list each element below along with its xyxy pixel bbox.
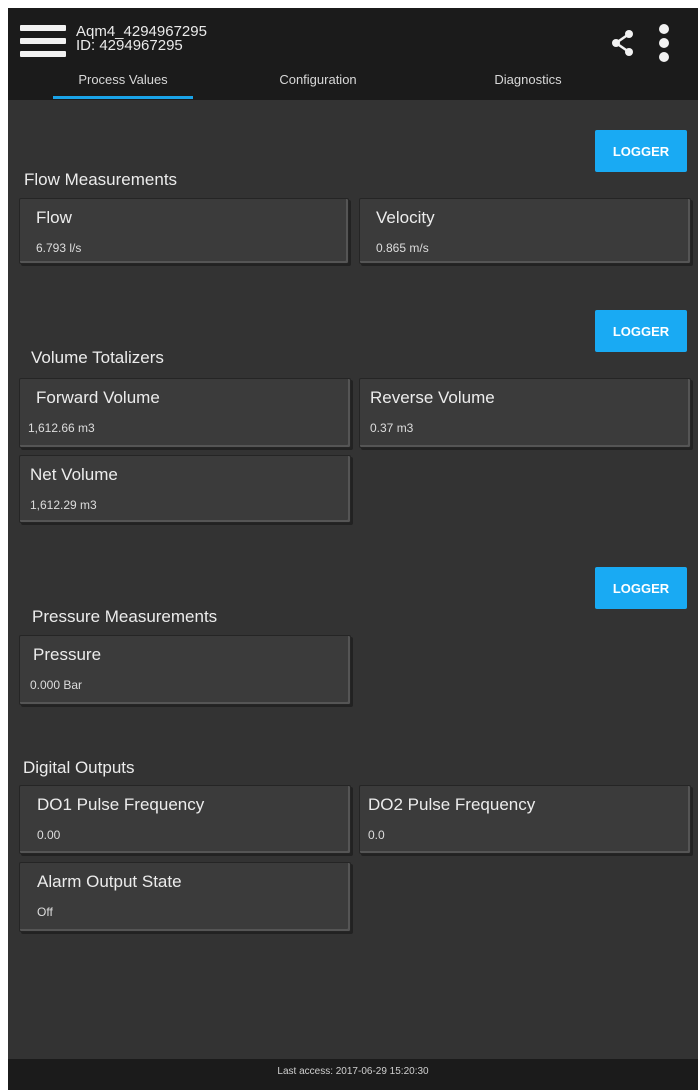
reverse-volume-card[interactable]: Reverse Volume 0.37 m3: [359, 378, 691, 448]
last-access-footer: Last access: 2017-06-29 15:20:30: [8, 1059, 698, 1090]
tab-configuration[interactable]: Configuration: [248, 72, 388, 100]
card-label: DO1 Pulse Frequency: [37, 795, 205, 814]
more-options-icon[interactable]: [656, 24, 672, 62]
app-header: Aqm4_4294967295 ID: 4294967295 Process V…: [8, 8, 698, 100]
card-label: Reverse Volume: [370, 388, 495, 407]
do1-pulse-frequency-card[interactable]: DO1 Pulse Frequency 0.00: [19, 785, 351, 854]
active-tab-indicator: [53, 96, 193, 99]
flow-section-title: Flow Measurements: [24, 170, 178, 189]
card-value: 0.865 m/s: [376, 241, 429, 255]
flow-card[interactable]: Flow 6.793 l/s: [19, 198, 349, 264]
menu-icon[interactable]: [20, 25, 66, 59]
device-id: ID: 4294967295: [76, 37, 183, 54]
forward-volume-card[interactable]: Forward Volume 1,612.66 m3: [19, 378, 351, 448]
card-value: 0.000 Bar: [30, 678, 83, 692]
net-volume-card[interactable]: Net Volume 1,612.29 m3: [19, 455, 351, 523]
pressure-card[interactable]: Pressure 0.000 Bar: [19, 635, 351, 705]
card-value: 1,612.66 m3: [28, 421, 95, 435]
velocity-card[interactable]: Velocity 0.865 m/s: [359, 198, 691, 264]
pressure-section-title: Pressure Measurements: [32, 607, 218, 626]
tab-diagnostics[interactable]: Diagnostics: [458, 72, 598, 100]
card-value: 6.793 l/s: [36, 241, 82, 255]
card-value: Off: [37, 905, 53, 919]
card-label: DO2 Pulse Frequency: [368, 795, 536, 814]
pressure-logger-button[interactable]: LOGGER: [595, 567, 687, 609]
card-label: Alarm Output State: [37, 872, 182, 891]
volume-section-title: Volume Totalizers: [31, 348, 164, 367]
do2-pulse-frequency-card[interactable]: DO2 Pulse Frequency 0.0: [359, 785, 691, 854]
card-value: 0.00: [37, 828, 61, 842]
card-label: Velocity: [376, 208, 435, 227]
card-label: Flow: [36, 208, 72, 227]
card-label: Pressure: [33, 645, 102, 664]
flow-logger-button[interactable]: LOGGER: [595, 130, 687, 172]
alarm-output-state-card[interactable]: Alarm Output State Off: [19, 862, 351, 932]
app-frame: Aqm4_4294967295 ID: 4294967295 Process V…: [8, 8, 698, 1090]
card-label: Forward Volume: [36, 388, 160, 407]
share-icon[interactable]: [608, 28, 638, 58]
card-label: Net Volume: [30, 465, 118, 484]
digital-section-title: Digital Outputs: [23, 758, 135, 777]
card-value: 1,612.29 m3: [30, 498, 97, 512]
volume-logger-button[interactable]: LOGGER: [595, 310, 687, 352]
card-value: 0.37 m3: [370, 421, 414, 435]
card-value: 0.0: [368, 828, 385, 842]
